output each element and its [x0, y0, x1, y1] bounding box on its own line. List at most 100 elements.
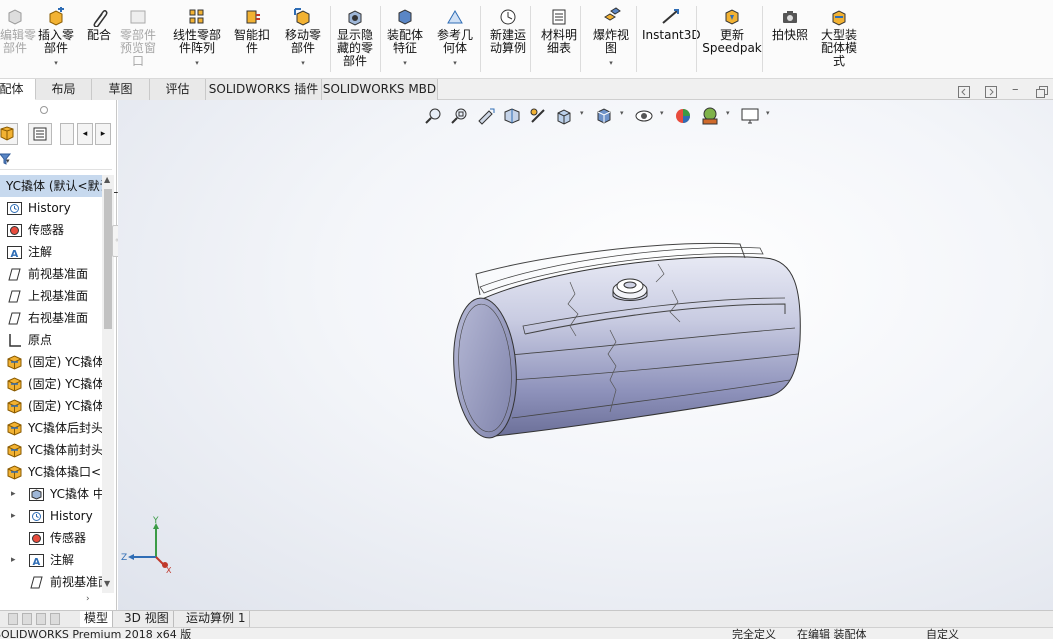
tree-item[interactable]: 前视基准面: [0, 263, 102, 285]
tree-item[interactable]: YC撬体后封头: [0, 417, 102, 439]
view-orientation-dropdown-icon[interactable]: ▾: [580, 109, 584, 117]
tree-item[interactable]: 原点: [0, 329, 102, 351]
tile-left-icon[interactable]: [958, 86, 970, 101]
tree-item[interactable]: (固定) YC撬体: [0, 373, 102, 395]
apply-scene-icon[interactable]: [700, 106, 720, 126]
tree-item[interactable]: 前视基准面: [0, 571, 102, 593]
scroll-down-icon[interactable]: ▼: [104, 579, 110, 588]
plane-icon: [8, 312, 21, 325]
reference-geometry-button[interactable]: 参考几 何体 ▾: [430, 4, 480, 76]
tree-item[interactable]: YC撬体前封头: [0, 439, 102, 461]
panel-scroll-right-icon[interactable]: ▸: [95, 123, 111, 145]
tree-item[interactable]: ▸ YC撬体 中: [0, 483, 102, 505]
scroll-up-icon[interactable]: ▲: [104, 175, 110, 184]
component-preview-button[interactable]: 零部件 预览窗 口: [116, 4, 160, 76]
tab-sketch[interactable]: 草图: [92, 79, 150, 100]
previous-view-icon[interactable]: [476, 106, 496, 126]
tree-item[interactable]: A 注解: [0, 241, 102, 263]
hscroll-right-icon[interactable]: ›: [86, 594, 90, 604]
tab-first-icon[interactable]: [8, 613, 18, 625]
display-style-icon[interactable]: [594, 106, 614, 126]
new-motion-study-button[interactable]: 新建运 动算例: [484, 4, 532, 76]
view-settings-dropdown-icon[interactable]: ▾: [766, 109, 770, 117]
insert-component-dropdown-icon[interactable]: ▾: [34, 57, 78, 70]
tree-item[interactable]: 传感器: [0, 219, 102, 241]
reference-geometry-dropdown-icon[interactable]: ▾: [430, 57, 480, 70]
edit-component-button[interactable]: 编辑零 部件: [0, 4, 36, 76]
show-hidden-button[interactable]: 显示隐 藏的零 部件: [330, 4, 380, 76]
tree-expand-icon[interactable]: ▸: [11, 549, 16, 571]
tab-layout[interactable]: 布局: [36, 79, 92, 100]
tree-item[interactable]: ▸ History: [0, 505, 102, 527]
tree-item[interactable]: 传感器: [0, 527, 102, 549]
tab-model[interactable]: 模型: [80, 611, 114, 627]
tree-item[interactable]: (固定) YC撬体: [0, 395, 102, 417]
view-orientation-icon[interactable]: [554, 106, 574, 126]
tree-item[interactable]: History: [0, 197, 102, 219]
tree-filter-row[interactable]: ▾: [0, 148, 112, 170]
move-component-icon: [294, 8, 310, 26]
ribbon-separator: [580, 6, 581, 72]
tree-item-label: 注解: [28, 245, 53, 259]
linear-pattern-dropdown-icon[interactable]: ▾: [166, 57, 228, 70]
hide-show-dropdown-icon[interactable]: ▾: [660, 109, 664, 117]
featuremanager-tab-icon[interactable]: [0, 123, 18, 145]
exploded-view-dropdown-icon[interactable]: ▾: [586, 57, 636, 70]
edit-appearance-icon[interactable]: [674, 106, 694, 126]
assembly-features-button[interactable]: 装配体 特征 ▾: [382, 4, 428, 76]
tree-expand-icon[interactable]: ▸: [11, 505, 16, 527]
large-assembly-button[interactable]: 大型装 配体模 式: [816, 4, 862, 76]
tab-assembly[interactable]: 装配体: [0, 79, 36, 100]
bill-of-materials-button[interactable]: 材料明 细表: [534, 4, 584, 76]
insert-component-button[interactable]: 插入零 部件 ▾: [34, 4, 78, 76]
hide-show-items-icon[interactable]: [634, 106, 654, 126]
tab-3d-views[interactable]: 3D 视图: [120, 611, 174, 627]
tree-item[interactable]: 右视基准面: [0, 307, 102, 329]
tree-item[interactable]: ▸ A 注解: [0, 549, 102, 571]
tab-solidworks-mbd[interactable]: SOLIDWORKS MBD: [322, 79, 438, 100]
filter-dropdown-icon[interactable]: ▾: [6, 157, 10, 165]
smart-fasteners-button[interactable]: 智能扣 件: [230, 4, 274, 76]
restore-icon[interactable]: [1036, 86, 1048, 101]
move-component-dropdown-icon[interactable]: ▾: [278, 57, 328, 70]
tab-evaluate[interactable]: 评估: [150, 79, 206, 100]
minimize-icon[interactable]: –: [1012, 82, 1019, 97]
panel-scroll-left-icon[interactable]: ◂: [77, 123, 93, 145]
tile-right-icon[interactable]: [985, 86, 997, 101]
tree-scroll-thumb[interactable]: [104, 189, 112, 329]
tree-item-label: 前视基准面: [28, 267, 89, 281]
configuration-tab-icon[interactable]: [60, 123, 74, 145]
zoom-to-fit-icon[interactable]: [424, 106, 444, 126]
tab-last-icon[interactable]: [50, 613, 60, 625]
apply-scene-dropdown-icon[interactable]: ▾: [726, 109, 730, 117]
smart-fastener-icon: [246, 10, 260, 24]
tree-item[interactable]: 上视基准面: [0, 285, 102, 307]
section-view-icon[interactable]: [502, 106, 522, 126]
tab-next-icon[interactable]: [36, 613, 46, 625]
tree-item[interactable]: YC撬体撬口<1>: [0, 461, 102, 483]
status-units-custom[interactable]: 自定义: [926, 628, 959, 639]
tank-model[interactable]: [440, 230, 820, 445]
svg-text:A: A: [33, 557, 41, 568]
status-bar: SOLIDWORKS Premium 2018 x64 版 完全定义 在编辑 装…: [0, 627, 1053, 639]
zoom-to-area-icon[interactable]: [450, 106, 470, 126]
dynamic-annotation-icon[interactable]: [528, 106, 548, 126]
propertymanager-tab-icon[interactable]: [28, 123, 52, 145]
instant3d-button[interactable]: Instant3D: [642, 4, 701, 76]
view-settings-icon[interactable]: [740, 106, 760, 126]
tab-prev-icon[interactable]: [22, 613, 32, 625]
update-speedpak-button[interactable]: 更新 Speedpak: [702, 4, 762, 76]
move-component-button[interactable]: 移动零 部件 ▾: [278, 4, 328, 76]
tree-item[interactable]: (固定) YC撬体: [0, 351, 102, 373]
assembly-features-dropdown-icon[interactable]: ▾: [382, 57, 428, 70]
display-style-dropdown-icon[interactable]: ▾: [620, 109, 624, 117]
tab-motion-study-1[interactable]: 运动算例 1: [182, 611, 251, 627]
linear-pattern-button[interactable]: 线性零部 件阵列 ▾: [166, 4, 228, 76]
tab-solidworks-addins[interactable]: SOLIDWORKS 插件: [206, 79, 322, 100]
exploded-view-button[interactable]: 爆炸视 图 ▾: [586, 4, 636, 76]
mate-button[interactable]: 配合: [84, 4, 114, 76]
tree-expand-icon[interactable]: ▸: [11, 483, 16, 505]
panel-pin-icon[interactable]: [40, 106, 48, 114]
take-snapshot-button[interactable]: 拍快照: [768, 4, 812, 76]
part-icon: [7, 421, 22, 436]
